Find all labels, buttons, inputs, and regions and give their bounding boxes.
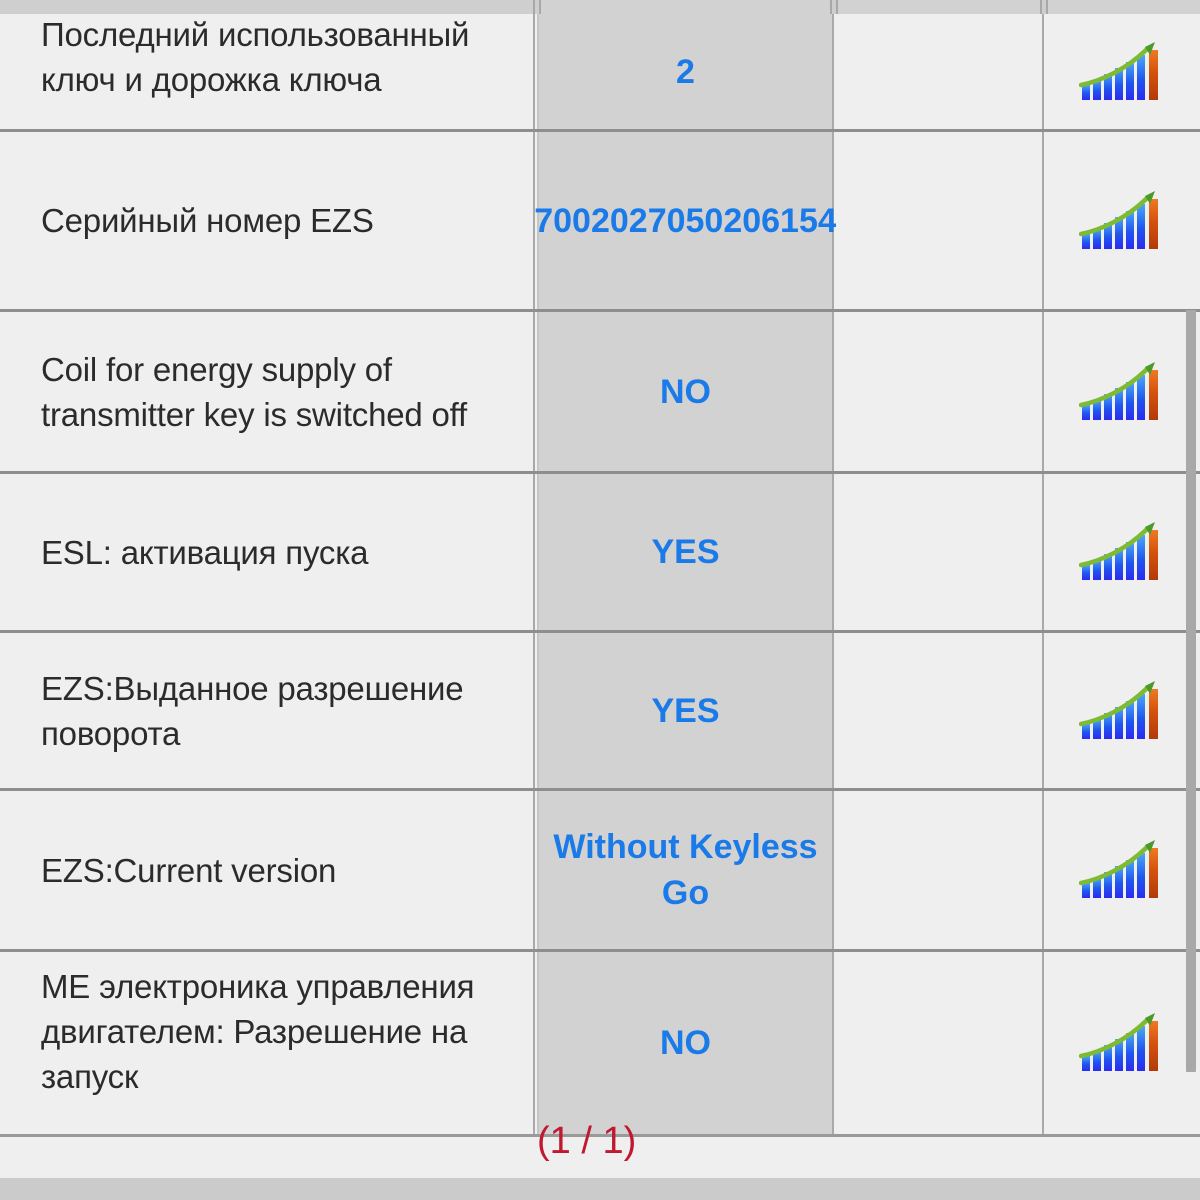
table-row[interactable]: Серийный номер EZS 7002027050206154: [0, 132, 1200, 312]
parameter-graph-cell[interactable]: [1046, 952, 1198, 1134]
parameter-label-cell: Серийный номер EZS: [0, 132, 535, 309]
bar-chart-icon[interactable]: [1078, 1012, 1165, 1074]
bar-chart-icon[interactable]: [1078, 361, 1165, 423]
parameter-value: NO: [660, 1024, 711, 1062]
parameter-label: EZS:Current version: [41, 851, 337, 889]
top-strip-label-segment: [0, 0, 535, 14]
parameter-value: 7002027050206154: [534, 201, 837, 240]
parameter-value: Without Keyless Go: [553, 828, 818, 912]
parameter-value-cell[interactable]: 2: [537, 14, 834, 129]
bottom-strip: [0, 1178, 1200, 1200]
parameter-value-cell[interactable]: YES: [537, 633, 834, 788]
parameter-table: Последний использованный ключ и дорожка …: [0, 14, 1200, 1137]
bar-chart-icon[interactable]: [1078, 41, 1165, 103]
parameter-graph-cell[interactable]: [1046, 132, 1198, 309]
parameter-label: ESL: активация пуска: [41, 533, 369, 571]
parameter-label-cell: EZS:Current version: [0, 791, 535, 949]
table-row[interactable]: Последний использованный ключ и дорожка …: [0, 14, 1200, 132]
clipped-row-top-strip: [0, 0, 1200, 14]
parameter-label-cell: ME электроника управления двигателем: Ра…: [0, 952, 535, 1134]
parameter-value-cell[interactable]: NO: [537, 952, 834, 1134]
parameter-value: NO: [660, 372, 711, 411]
parameter-extra-cell: [836, 14, 1044, 129]
table-row[interactable]: Coil for energy supply of transmitter ke…: [0, 312, 1200, 474]
parameter-extra-cell: [836, 952, 1044, 1134]
parameter-label: Coil for energy supply of transmitter ke…: [41, 350, 468, 433]
parameter-graph-cell[interactable]: [1046, 633, 1198, 788]
parameter-graph-cell[interactable]: [1046, 791, 1198, 949]
page-counter: (1 / 1): [537, 1120, 637, 1162]
parameter-extra-cell: [836, 633, 1044, 788]
table-row[interactable]: EZS:Current version Without Keyless Go: [0, 791, 1200, 952]
parameter-label: EZS:Выданное разрешение поворота: [41, 669, 464, 752]
parameter-value-cell[interactable]: NO: [537, 312, 834, 471]
scrollbar-thumb[interactable]: [1186, 310, 1196, 1072]
parameter-label-cell: Coil for energy supply of transmitter ke…: [0, 312, 535, 471]
parameter-label: Серийный номер EZS: [41, 202, 374, 239]
parameter-list-screen: Последний использованный ключ и дорожка …: [0, 0, 1200, 1200]
table-row[interactable]: ME электроника управления двигателем: Ра…: [0, 952, 1200, 1137]
table-row[interactable]: ESL: активация пуска YES: [0, 474, 1200, 633]
bar-chart-icon[interactable]: [1078, 839, 1165, 901]
vertical-scrollbar[interactable]: [1186, 14, 1200, 1178]
parameter-value-cell[interactable]: Without Keyless Go: [537, 791, 834, 949]
parameter-graph-cell[interactable]: [1046, 312, 1198, 471]
parameter-value-cell[interactable]: 7002027050206154: [534, 132, 837, 309]
parameter-label-cell: ESL: активация пуска: [0, 474, 535, 630]
top-strip-empty-segment: [836, 0, 1042, 14]
parameter-label: ME электроника управления двигателем: Ра…: [41, 968, 475, 1095]
bar-chart-icon[interactable]: [1078, 521, 1165, 583]
top-strip-icon-segment: [1046, 0, 1200, 14]
bar-chart-icon[interactable]: [1078, 190, 1165, 252]
parameter-label-cell: EZS:Выданное разрешение поворота: [0, 633, 535, 788]
parameter-extra-cell: [836, 312, 1044, 471]
parameter-graph-cell[interactable]: [1046, 14, 1198, 129]
parameter-value: YES: [651, 533, 720, 571]
parameter-value-cell[interactable]: YES: [537, 474, 834, 630]
parameter-extra-cell: [836, 132, 1044, 309]
parameter-extra-cell: [836, 474, 1044, 630]
parameter-label: Последний использованный ключ и дорожка …: [41, 16, 470, 98]
parameter-extra-cell: [836, 791, 1044, 949]
parameter-value: 2: [676, 52, 695, 91]
parameter-value: YES: [651, 691, 720, 730]
table-row[interactable]: EZS:Выданное разрешение поворота YES: [0, 633, 1200, 791]
parameter-graph-cell[interactable]: [1046, 474, 1198, 630]
bar-chart-icon[interactable]: [1078, 680, 1165, 742]
top-strip-value-segment: [539, 0, 832, 14]
parameter-label-cell: Последний использованный ключ и дорожка …: [0, 14, 535, 129]
